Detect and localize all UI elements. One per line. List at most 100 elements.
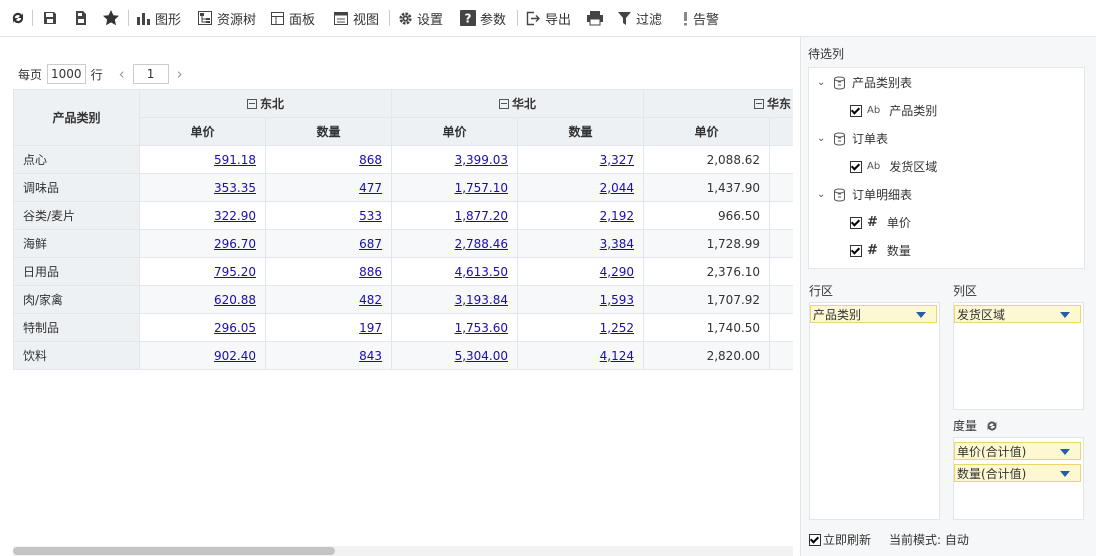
tree-field-node[interactable]: # 单价 — [850, 214, 911, 231]
row-area[interactable] — [809, 302, 940, 520]
value-link[interactable]: 353.35 — [214, 181, 256, 195]
value-link[interactable]: 477 — [359, 181, 382, 195]
value-cell-link: 795.20 — [139, 257, 266, 286]
row-field-pill[interactable]: 产品类别 — [810, 305, 937, 323]
collapse-icon[interactable] — [499, 99, 510, 109]
save-button[interactable] — [42, 8, 58, 28]
value-link[interactable]: 1,757.10 — [455, 181, 508, 195]
next-page-icon[interactable]: › — [177, 65, 183, 83]
tree-field-node[interactable]: # 数量 — [850, 242, 911, 259]
checkbox-checked-icon[interactable] — [850, 216, 862, 229]
page-size-input[interactable]: 1000 — [47, 64, 86, 84]
value-link[interactable]: 2,192 — [600, 209, 634, 223]
panel-button[interactable]: 面板 — [270, 8, 315, 28]
measure-pill[interactable]: 数量(合计值) — [954, 464, 1081, 482]
value-link[interactable]: 620.88 — [214, 293, 256, 307]
dropdown-arrow-icon[interactable] — [1060, 471, 1070, 477]
alert-label: 告警 — [693, 12, 720, 28]
value-link[interactable]: 3,327 — [600, 153, 634, 167]
value-link[interactable]: 4,613.50 — [455, 265, 508, 279]
measure-header: 数量 — [769, 117, 793, 146]
value-link[interactable]: 1,753.60 — [455, 321, 508, 335]
value-link[interactable]: 2,044 — [600, 181, 634, 195]
value-link[interactable]: 1,593 — [600, 293, 634, 307]
scrollbar-thumb[interactable] — [13, 547, 335, 555]
value-link[interactable]: 3,399.03 — [455, 153, 508, 167]
checkbox-checked-icon[interactable] — [850, 104, 862, 117]
tree-table-node[interactable]: ⌄ 产品类别表 — [817, 74, 912, 91]
save-as-button[interactable] — [73, 8, 89, 28]
value-link[interactable]: 296.05 — [214, 321, 256, 335]
dropdown-arrow-icon[interactable] — [1060, 312, 1070, 318]
value-link[interactable]: 1,877.20 — [455, 209, 508, 223]
value-link[interactable]: 886 — [359, 265, 382, 279]
table-row: 特制品 296.05 197 1,753.60 1,252 1,740.50 — [13, 313, 793, 342]
chevron-down-icon[interactable]: ⌄ — [817, 77, 827, 88]
settings-label: 设置 — [417, 12, 444, 28]
toolbar: 图形 资源树 面板 视图 设置 ? 参数 导出 过滤 告警 — [0, 0, 1096, 37]
candidates-title: 待选列 — [808, 47, 845, 61]
auto-refresh-toggle[interactable]: 立即刷新 — [809, 531, 871, 548]
value-link[interactable]: 687 — [359, 237, 382, 251]
value-link[interactable]: 3,193.84 — [455, 293, 508, 307]
value-link[interactable]: 795.20 — [214, 265, 256, 279]
auto-refresh-label: 立即刷新 — [823, 533, 872, 547]
value-link[interactable]: 296.70 — [214, 237, 256, 251]
col-field-pill[interactable]: 发货区域 — [954, 305, 1081, 323]
value-link[interactable]: 1,252 — [600, 321, 634, 335]
value-link[interactable]: 3,384 — [600, 237, 634, 251]
tree-field-node[interactable]: Ab 发货区域 — [850, 158, 937, 175]
favorite-button[interactable] — [102, 8, 120, 28]
collapse-icon[interactable] — [754, 99, 765, 109]
alert-button[interactable]: 告警 — [681, 8, 719, 28]
value-link[interactable]: 902.40 — [214, 349, 256, 363]
tree-table-node[interactable]: ⌄ 订单明细表 — [817, 186, 912, 203]
prev-page-icon[interactable]: ‹ — [119, 65, 125, 83]
group-header[interactable]: 华东 — [643, 89, 793, 118]
settings-button[interactable]: 设置 — [398, 8, 443, 28]
swap-icon[interactable] — [985, 419, 999, 433]
group-header[interactable]: 东北 — [138, 89, 393, 118]
value-link[interactable]: 482 — [359, 293, 382, 307]
page-number-input[interactable]: 1 — [132, 64, 169, 84]
resource-tree-button[interactable]: 资源树 — [197, 8, 256, 28]
value-cell-link: 322.90 — [139, 201, 266, 230]
group-header[interactable]: 华北 — [391, 89, 645, 118]
checkbox-checked-icon[interactable] — [809, 533, 821, 546]
params-button[interactable]: ? 参数 — [460, 8, 506, 28]
mode-label: 当前模式: 自动 — [889, 533, 969, 547]
value-link[interactable]: 4,124 — [600, 349, 634, 363]
dropdown-arrow-icon[interactable] — [1060, 449, 1070, 455]
value-cell-link: 3,193.84 — [391, 285, 519, 314]
filter-button[interactable]: 过滤 — [617, 8, 662, 28]
value-cell-link: 1,252 — [517, 313, 645, 342]
measure-pill[interactable]: 单价(合计值) — [954, 442, 1081, 460]
value-cell: 1,740.50 — [643, 313, 771, 342]
value-link[interactable]: 5,304.00 — [455, 349, 508, 363]
horizontal-scrollbar[interactable] — [13, 546, 793, 556]
chevron-down-icon[interactable]: ⌄ — [817, 133, 827, 144]
value-link[interactable]: 322.90 — [214, 209, 256, 223]
tree-field-node[interactable]: Ab 产品类别 — [850, 102, 937, 119]
value-link[interactable]: 591.18 — [214, 153, 256, 167]
value-link[interactable]: 2,788.46 — [455, 237, 508, 251]
view-button[interactable]: 视图 — [333, 8, 379, 28]
chevron-down-icon[interactable]: ⌄ — [817, 189, 827, 200]
refresh-button[interactable] — [10, 8, 26, 28]
tree-table-node[interactable]: ⌄ 订单表 — [817, 130, 888, 147]
collapse-icon[interactable] — [247, 99, 257, 109]
export-button[interactable]: 导出 — [526, 8, 571, 28]
filter-label: 过滤 — [636, 12, 663, 28]
value-link[interactable]: 197 — [359, 321, 382, 335]
print-button[interactable] — [586, 8, 604, 28]
checkbox-checked-icon[interactable] — [850, 160, 862, 173]
checkbox-checked-icon[interactable] — [850, 244, 862, 257]
value-link[interactable]: 843 — [359, 349, 382, 363]
dropdown-arrow-icon[interactable] — [916, 312, 926, 318]
pager: 每页 1000 行 ‹ 1 › — [18, 64, 191, 84]
value-link[interactable]: 868 — [359, 153, 382, 167]
value-link[interactable]: 4,290 — [600, 265, 634, 279]
chart-button[interactable]: 图形 — [136, 8, 181, 28]
value-link[interactable]: 533 — [359, 209, 382, 223]
print-icon — [587, 11, 603, 26]
